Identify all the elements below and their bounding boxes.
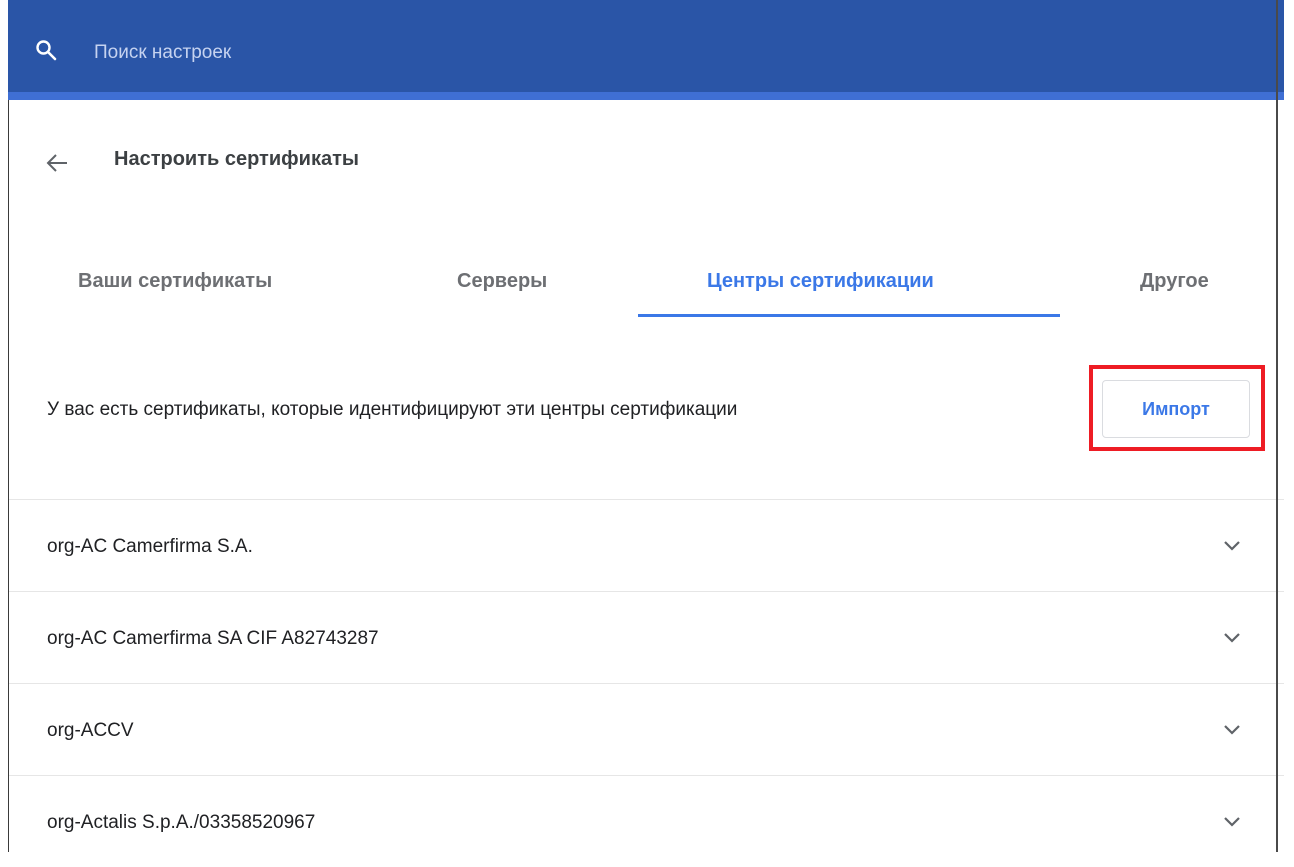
certificate-name: org-AC Camerfirma SA CIF A82743287 [47,628,379,649]
chevron-down-icon[interactable] [1223,816,1241,828]
certificate-list: org-AC Camerfirma S.A. org-AC Camerfirma… [9,499,1284,867]
certificate-name: org-AC Camerfirma S.A. [47,536,253,557]
authorities-description: У вас есть сертификаты, которые идентифи… [47,399,738,420]
chevron-down-icon[interactable] [1223,540,1241,552]
certificate-name: org-ACCV [47,720,134,741]
page-title: Настроить сертификаты [114,148,359,170]
back-arrow-icon[interactable] [44,150,70,176]
tab-other[interactable]: Другое [1140,270,1209,293]
chevron-down-icon[interactable] [1223,632,1241,644]
list-item[interactable]: org-ACCV [9,683,1284,775]
import-button[interactable]: Импорт [1102,380,1250,438]
active-tab-indicator [638,314,1060,317]
tab-authorities[interactable]: Центры сертификации [707,270,934,293]
right-border [1276,0,1278,852]
list-item[interactable]: org-Actalis S.p.A./03358520967 [9,775,1284,867]
tab-your-certificates[interactable]: Ваши сертификаты [78,270,272,293]
settings-page: Настроить сертификаты Ваши сертификаты С… [8,0,1284,852]
list-item[interactable]: org-AC Camerfirma S.A. [9,499,1284,591]
search-icon [36,40,57,61]
search-toolbar [8,0,1284,100]
certificate-name: org-Actalis S.p.A./03358520967 [47,812,316,833]
list-item[interactable]: org-AC Camerfirma SA CIF A82743287 [9,591,1284,683]
tab-servers[interactable]: Серверы [457,270,547,293]
chevron-down-icon[interactable] [1223,724,1241,736]
search-input[interactable] [92,38,696,68]
